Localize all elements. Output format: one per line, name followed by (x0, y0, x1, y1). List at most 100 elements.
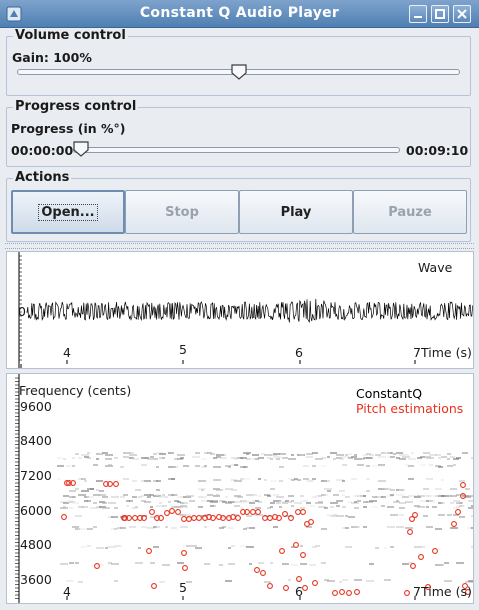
cq-energy-cell (396, 452, 403, 454)
split-pane-divider[interactable] (5, 243, 474, 249)
cq-energy-cell (72, 465, 75, 467)
cq-energy-cell (246, 515, 252, 517)
cq-energy-cell (345, 515, 348, 517)
cq-energy-cell (84, 480, 87, 482)
cq-energy-cell (450, 527, 458, 529)
cq-energy-cell (102, 496, 108, 498)
cq-energy-cell (87, 457, 91, 459)
maximize-button[interactable] (431, 5, 449, 23)
cq-y-tick-7200: 7200 (20, 468, 52, 483)
cq-energy-cell (201, 489, 204, 491)
progress-slider-thumb[interactable] (73, 141, 89, 157)
progress-slider[interactable] (73, 147, 400, 153)
cq-energy-cell (336, 515, 344, 517)
cq-energy-cell (156, 480, 161, 482)
cq-energy-cell (318, 501, 323, 503)
cq-energy-cell (81, 528, 88, 530)
cq-energy-cell (105, 458, 112, 460)
wave-y-tick: 0 (18, 304, 26, 319)
cq-energy-cell (249, 494, 257, 496)
cq-energy-cell (231, 527, 234, 529)
progress-label: Progress (in %°) (11, 121, 126, 136)
play-button[interactable]: Play (239, 190, 353, 234)
cq-energy-cell (249, 563, 252, 565)
stop-button[interactable]: Stop (125, 190, 239, 234)
cq-energy-cell (120, 466, 124, 468)
cq-energy-cell (75, 488, 79, 490)
cq-energy-cell (390, 452, 393, 454)
cq-energy-cell (114, 528, 117, 530)
cq-energy-cell (381, 465, 384, 467)
window-titlebar[interactable]: Constant Q Audio Player (0, 0, 479, 28)
cq-energy-cell (384, 488, 391, 490)
cq-energy-cell (72, 496, 76, 498)
cq-energy-cell (147, 458, 153, 460)
pauze-button[interactable]: Pauze (353, 190, 467, 234)
cq-energy-cell (105, 547, 108, 549)
cq-energy-cell (255, 507, 261, 509)
cq-energy-cell (438, 466, 443, 468)
close-button[interactable] (453, 5, 471, 23)
cq-energy-cell (423, 488, 429, 490)
cq-energy-cell (441, 564, 444, 566)
cq-energy-cell (450, 488, 457, 490)
cq-energy-cell (270, 506, 273, 508)
pitch-estimation-point (235, 515, 241, 521)
pitch-estimation-point (182, 565, 188, 571)
cq-energy-cell (381, 496, 386, 498)
cq-energy-cell (408, 458, 416, 460)
cq-energy-cell (276, 496, 284, 498)
cq-energy-cell (96, 489, 99, 491)
cq-energy-cell (123, 478, 129, 480)
cq-energy-cell (321, 528, 327, 530)
cq-energy-cell (336, 500, 343, 502)
cq-energy-cell (441, 479, 444, 481)
cq-energy-cell (231, 545, 235, 547)
cq-energy-cell (429, 495, 436, 497)
cq-energy-cell (75, 453, 79, 455)
cq-energy-cell (447, 465, 453, 467)
cq-energy-cell (312, 452, 318, 454)
cq-energy-cell (258, 457, 264, 459)
cq-energy-cell (363, 495, 366, 497)
cq-energy-cell (240, 507, 243, 509)
cq-energy-cell (216, 489, 223, 491)
cq-energy-cell (426, 506, 429, 508)
cq-energy-cell (264, 479, 267, 481)
pitch-estimation-point (113, 481, 119, 487)
volume-slider-thumb[interactable] (230, 64, 247, 80)
cq-energy-cell (324, 494, 328, 496)
cq-energy-cell (372, 506, 378, 508)
cq-energy-cell (90, 488, 94, 490)
cq-energy-cell (168, 501, 171, 503)
cq-energy-cell (195, 465, 200, 467)
cq-energy-cell (456, 494, 459, 496)
cq-energy-cell (420, 546, 425, 548)
cq-energy-cell (291, 505, 294, 507)
wave-panel: Wave 0 4 5 6 7 Time (s) (6, 251, 474, 369)
cq-energy-cell (390, 514, 398, 516)
waveform-plot (18, 252, 473, 368)
open-button[interactable]: Open... (11, 190, 125, 234)
cq-energy-cell (468, 507, 473, 509)
cq-energy-cell (102, 502, 107, 504)
cq-energy-cell (249, 505, 254, 507)
cq-energy-cell (81, 454, 89, 456)
cq-energy-cell (471, 515, 473, 517)
cq-energy-cell (300, 545, 303, 547)
cq-energy-cell (369, 563, 374, 565)
cq-energy-cell (432, 506, 437, 508)
wave-x-tick-7: 7 (413, 345, 421, 360)
cq-energy-cell (162, 505, 167, 507)
cq-energy-cell (153, 546, 159, 548)
pitch-estimation-point (196, 515, 202, 521)
cq-energy-cell (447, 514, 452, 516)
cq-energy-cell (141, 495, 144, 497)
cq-energy-cell (438, 457, 441, 459)
cq-energy-cell (387, 526, 395, 528)
cq-energy-cell (330, 506, 334, 508)
minimize-button[interactable] (409, 5, 427, 23)
cq-energy-cell (459, 516, 465, 518)
cq-energy-cell (300, 507, 305, 509)
cq-energy-cell (231, 489, 237, 491)
